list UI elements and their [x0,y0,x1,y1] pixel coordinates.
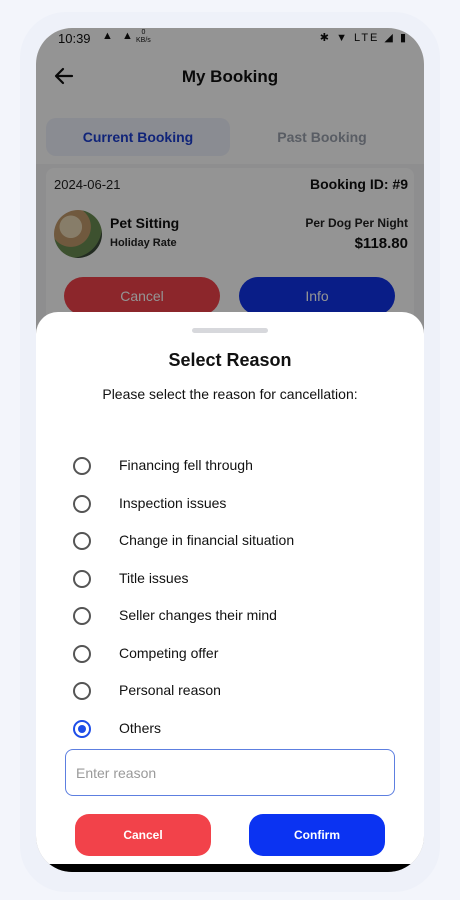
radio-button[interactable] [73,607,91,625]
reason-option[interactable]: Change in financial situation [36,523,424,559]
sheet-title: Select Reason [168,350,292,370]
radio-button[interactable] [73,532,91,550]
reason-option-label: Others [119,719,162,736]
reason-option[interactable]: Others [36,711,424,747]
system-nav-bar [36,864,424,872]
radio-button[interactable] [73,644,91,663]
confirm-button[interactable]: Confirm [249,814,385,856]
reason-option[interactable]: Competing offer [36,636,424,672]
reason-option-label: Financing fell through [119,457,253,473]
sheet-subtitle: Please select the reason for cancellatio… [102,386,358,402]
reason-option[interactable]: Financing fell through [36,448,424,484]
cancel-button[interactable]: Cancel [75,814,211,856]
reason-option[interactable]: Inspection issues [36,486,424,522]
reason-option[interactable]: Personal reason [36,673,424,709]
reason-option-label: Title issues [119,569,189,586]
reason-option-label: Inspection issues [119,494,227,511]
select-reason-sheet: Select Reason Please select the reason f… [36,312,424,864]
radio-button[interactable] [73,569,91,588]
reason-option[interactable]: Title issues [36,561,424,597]
reason-option-label: Personal reason [119,682,221,698]
reason-option-label: Seller changes their mind [119,607,277,623]
reason-option[interactable]: Seller changes their mind [36,598,424,634]
radio-button[interactable] [73,682,91,700]
sheet-drag-handle[interactable] [192,328,268,333]
radio-button-selected[interactable] [73,719,91,738]
radio-button[interactable] [73,494,91,513]
reason-option-label: Competing offer [119,644,219,661]
radio-button[interactable] [73,457,91,475]
phone-screen: 10:39 ▲ ▲ 0 KB/s ✱ ▼ LTE ◢ ▮ My Booking … [36,28,424,872]
reason-option-label: Change in financial situation [119,532,295,548]
reason-input[interactable] [65,749,395,796]
